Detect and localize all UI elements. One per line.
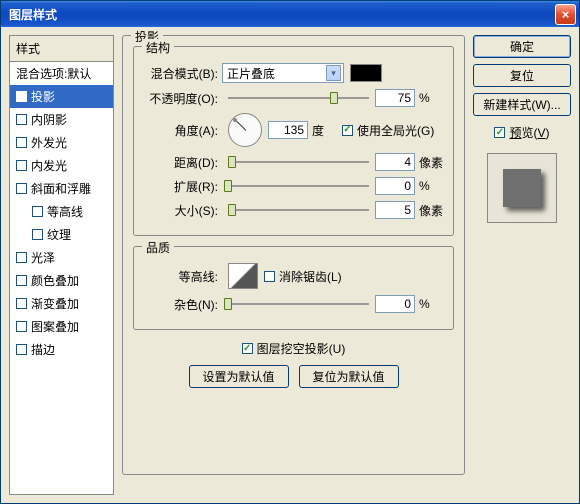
- chevron-down-icon: ▾: [326, 65, 341, 81]
- checkbox-icon[interactable]: [16, 344, 27, 355]
- noise-label: 杂色(N):: [144, 296, 222, 313]
- style-item-texture[interactable]: 纹理: [10, 223, 113, 246]
- quality-legend: 品质: [142, 239, 174, 256]
- checkbox-icon[interactable]: [16, 321, 27, 332]
- checkbox-icon[interactable]: [16, 114, 27, 125]
- opacity-label: 不透明度(O):: [144, 90, 222, 107]
- style-item-inner-glow[interactable]: 内发光: [10, 154, 113, 177]
- style-item-stroke[interactable]: 描边: [10, 338, 113, 361]
- opacity-slider[interactable]: [228, 91, 369, 105]
- style-list-panel: 样式 混合选项:默认 投影 内阴影 外发光 内发光 斜面和浮雕 等高线 纹理 光…: [9, 35, 114, 495]
- style-item-pattern-overlay[interactable]: 图案叠加: [10, 315, 113, 338]
- style-item-gradient-overlay[interactable]: 渐变叠加: [10, 292, 113, 315]
- action-panel: 确定 复位 新建样式(W)... 预览(V): [473, 35, 571, 495]
- distance-label: 距离(D):: [144, 154, 222, 171]
- angle-label: 角度(A):: [144, 122, 222, 139]
- style-item-satin[interactable]: 光泽: [10, 246, 113, 269]
- settings-panel: 投影 结构 混合模式(B): 正片叠底 ▾ 不透明度(O):: [122, 35, 465, 495]
- style-item-drop-shadow[interactable]: 投影: [10, 85, 113, 108]
- antialias-checkbox[interactable]: [264, 271, 275, 282]
- style-item-inner-shadow[interactable]: 内阴影: [10, 108, 113, 131]
- checkbox-icon[interactable]: [16, 298, 27, 309]
- preview-label: 预览(V): [509, 124, 549, 141]
- cancel-button[interactable]: 复位: [473, 64, 571, 87]
- size-label: 大小(S):: [144, 202, 222, 219]
- distance-input[interactable]: [375, 153, 415, 171]
- style-item-outer-glow[interactable]: 外发光: [10, 131, 113, 154]
- style-list-header[interactable]: 样式: [10, 36, 113, 62]
- make-default-button[interactable]: 设置为默认值: [189, 365, 289, 388]
- close-button[interactable]: ×: [555, 4, 576, 25]
- spread-slider[interactable]: [228, 179, 369, 193]
- blend-mode-select[interactable]: 正片叠底 ▾: [222, 63, 344, 83]
- new-style-button[interactable]: 新建样式(W)...: [473, 93, 571, 116]
- knockout-label: 图层挖空投影(U): [257, 340, 346, 357]
- color-swatch[interactable]: [350, 64, 382, 82]
- reset-default-button[interactable]: 复位为默认值: [299, 365, 399, 388]
- spread-input[interactable]: [375, 177, 415, 195]
- size-slider[interactable]: [228, 203, 369, 217]
- structure-legend: 结构: [142, 39, 174, 56]
- opacity-input[interactable]: [375, 89, 415, 107]
- noise-input[interactable]: [375, 295, 415, 313]
- angle-dial[interactable]: [228, 113, 262, 147]
- blending-options-item[interactable]: 混合选项:默认: [10, 62, 113, 85]
- style-item-bevel[interactable]: 斜面和浮雕: [10, 177, 113, 200]
- checkbox-icon[interactable]: [32, 206, 43, 217]
- checkbox-icon[interactable]: [16, 160, 27, 171]
- antialias-label: 消除锯齿(L): [279, 268, 342, 285]
- preview-checkbox[interactable]: [494, 127, 505, 138]
- style-item-contour[interactable]: 等高线: [10, 200, 113, 223]
- spread-label: 扩展(R):: [144, 178, 222, 195]
- size-input[interactable]: [375, 201, 415, 219]
- style-item-color-overlay[interactable]: 颜色叠加: [10, 269, 113, 292]
- global-light-label: 使用全局光(G): [357, 122, 434, 139]
- global-light-checkbox[interactable]: [342, 125, 353, 136]
- noise-slider[interactable]: [228, 297, 369, 311]
- blend-mode-label: 混合模式(B):: [144, 65, 222, 82]
- preview-box: [487, 153, 557, 223]
- checkbox-icon[interactable]: [16, 183, 27, 194]
- window-title: 图层样式: [9, 6, 555, 23]
- checkbox-icon[interactable]: [16, 91, 27, 102]
- titlebar: 图层样式 ×: [1, 1, 579, 27]
- contour-label: 等高线:: [144, 268, 222, 285]
- distance-slider[interactable]: [228, 155, 369, 169]
- checkbox-icon[interactable]: [16, 137, 27, 148]
- preview-swatch: [503, 169, 541, 207]
- checkbox-icon[interactable]: [16, 275, 27, 286]
- ok-button[interactable]: 确定: [473, 35, 571, 58]
- layer-style-dialog: 图层样式 × 样式 混合选项:默认 投影 内阴影 外发光 内发光 斜面和浮雕 等…: [0, 0, 580, 504]
- angle-input[interactable]: [268, 121, 308, 139]
- contour-picker[interactable]: [228, 263, 258, 289]
- checkbox-icon[interactable]: [16, 252, 27, 263]
- checkbox-icon[interactable]: [32, 229, 43, 240]
- knockout-checkbox[interactable]: [242, 343, 253, 354]
